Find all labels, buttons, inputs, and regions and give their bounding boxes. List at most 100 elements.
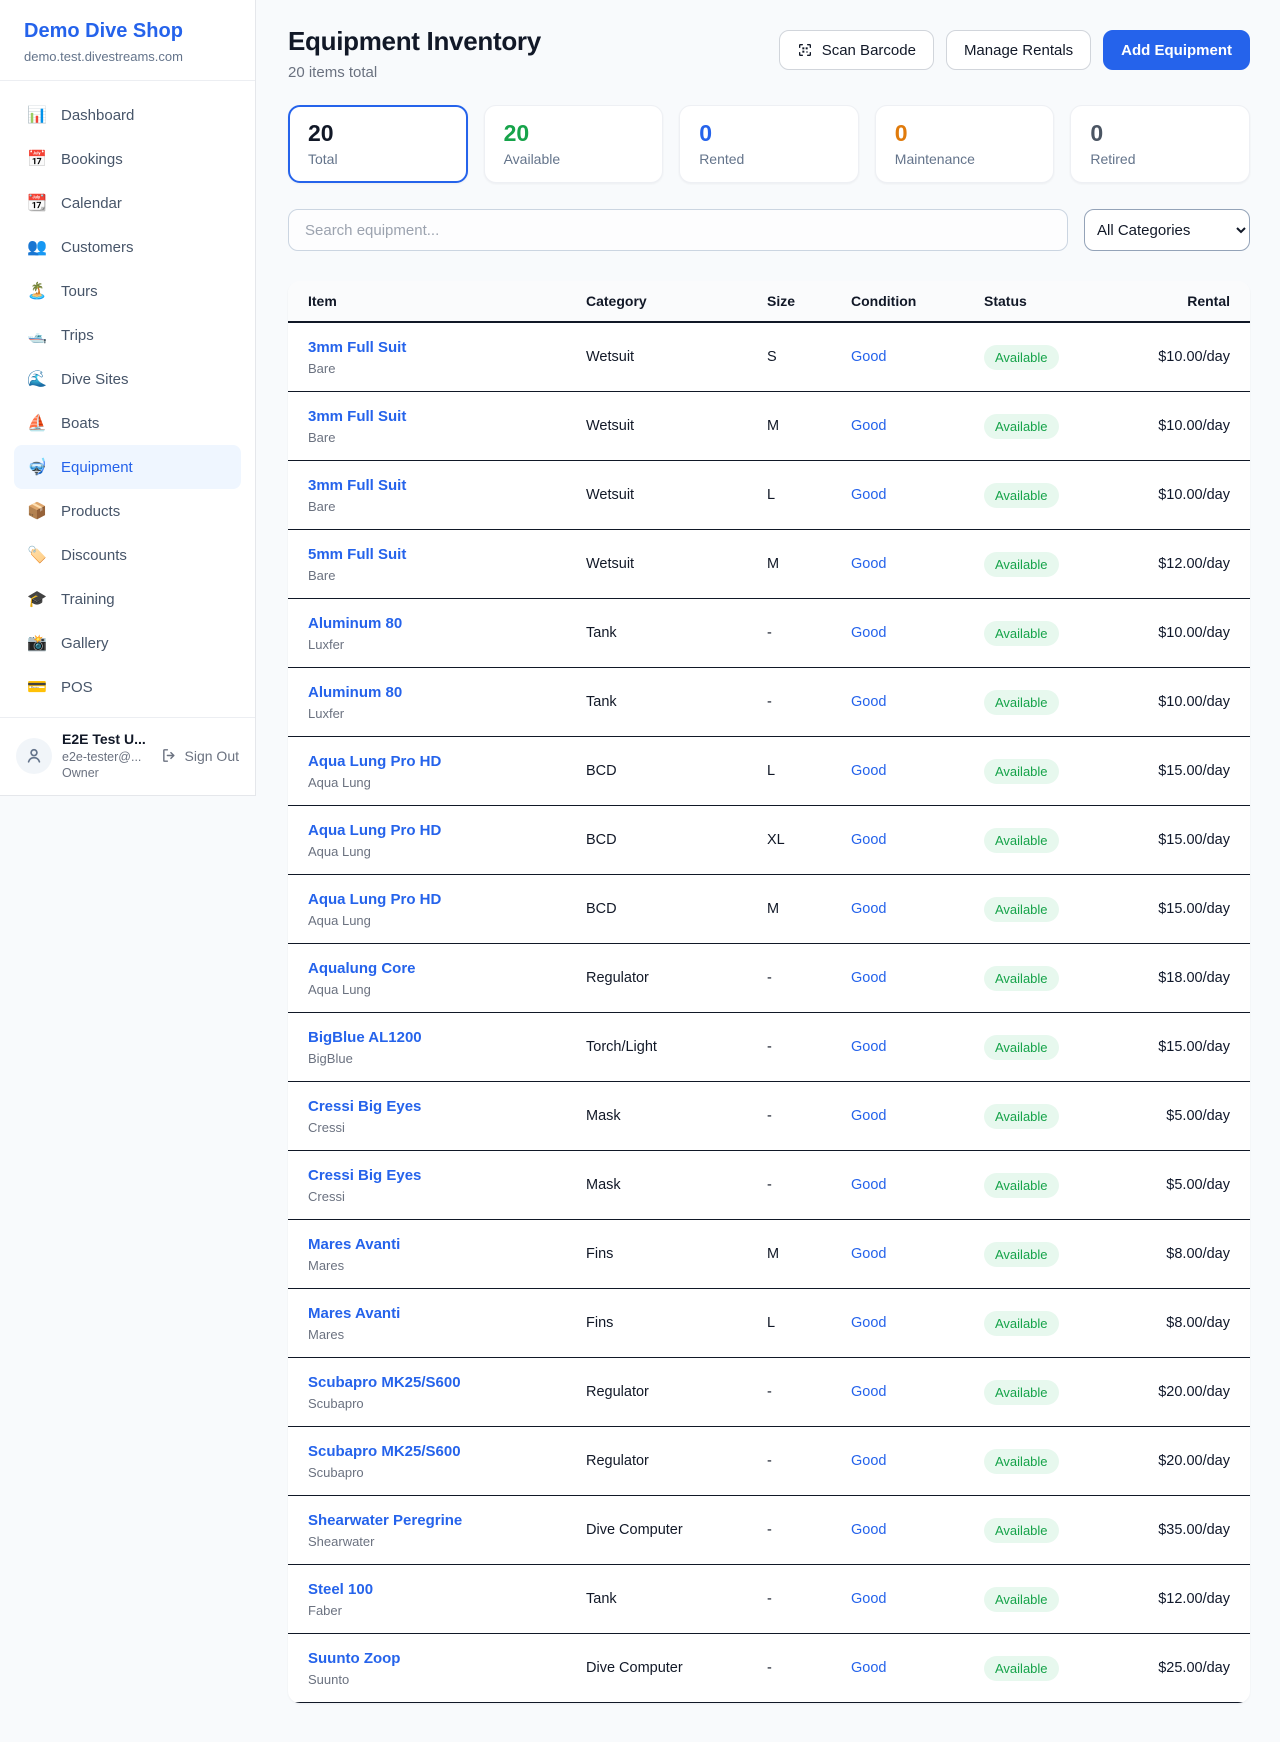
add-equipment-button[interactable]: Add Equipment xyxy=(1103,30,1250,70)
condition-link[interactable]: Good xyxy=(851,1522,886,1538)
category-select[interactable]: All Categories xyxy=(1084,209,1250,251)
equipment-table: Item Category Size Condition Status Rent… xyxy=(288,281,1250,1703)
size-cell: L xyxy=(767,1315,851,1331)
sidebar-item-gallery[interactable]: 📸 Gallery xyxy=(14,621,241,665)
item-name-link[interactable]: 5mm Full Suit xyxy=(308,546,406,563)
condition-link[interactable]: Good xyxy=(851,418,886,434)
rental-cell: $12.00/day xyxy=(1132,1591,1230,1607)
sidebar-item-dive-sites[interactable]: 🌊 Dive Sites xyxy=(14,357,241,401)
item-cell: Aqua Lung Pro HD Aqua Lung xyxy=(308,891,586,928)
item-name-link[interactable]: Aqua Lung Pro HD xyxy=(308,753,441,770)
stat-card-available[interactable]: 20 Available xyxy=(484,105,664,183)
item-name-link[interactable]: Shearwater Peregrine xyxy=(308,1512,462,1529)
item-brand: Bare xyxy=(308,568,586,583)
status-cell: Available xyxy=(984,1587,1132,1612)
item-name-link[interactable]: Cressi Big Eyes xyxy=(308,1167,421,1184)
condition-link[interactable]: Good xyxy=(851,1246,886,1262)
item-name-link[interactable]: Cressi Big Eyes xyxy=(308,1098,421,1115)
stat-card-total[interactable]: 20 Total xyxy=(288,105,468,183)
condition-link[interactable]: Good xyxy=(851,1660,886,1676)
sidebar-item-training[interactable]: 🎓 Training xyxy=(14,577,241,621)
item-name-link[interactable]: Suunto Zoop xyxy=(308,1650,400,1667)
sidebar-item-trips[interactable]: 🛥️ Trips xyxy=(14,313,241,357)
condition-link[interactable]: Good xyxy=(851,1591,886,1607)
condition-link[interactable]: Good xyxy=(851,1315,886,1331)
condition-link[interactable]: Good xyxy=(851,901,886,917)
item-name-link[interactable]: Steel 100 xyxy=(308,1581,373,1598)
stat-card-retired[interactable]: 0 Retired xyxy=(1070,105,1250,183)
nav-item-icon: 📆 xyxy=(26,193,48,213)
size-cell: - xyxy=(767,625,851,641)
manage-rentals-label: Manage Rentals xyxy=(964,42,1073,59)
table-row: Aqua Lung Pro HD Aqua Lung BCD M Good Av… xyxy=(288,875,1250,944)
item-name-link[interactable]: Scubapro MK25/S600 xyxy=(308,1374,461,1391)
condition-link[interactable]: Good xyxy=(851,487,886,503)
table-row: Aluminum 80 Luxfer Tank - Good Available… xyxy=(288,599,1250,668)
item-cell: Aqua Lung Pro HD Aqua Lung xyxy=(308,753,586,790)
condition-link[interactable]: Good xyxy=(851,1039,886,1055)
item-name-link[interactable]: Aluminum 80 xyxy=(308,615,402,632)
sidebar-item-bookings[interactable]: 📅 Bookings xyxy=(14,137,241,181)
rental-cell: $15.00/day xyxy=(1132,1039,1230,1055)
sidebar: Demo Dive Shop demo.test.divestreams.com… xyxy=(0,0,256,796)
scan-barcode-button[interactable]: Scan Barcode xyxy=(779,30,934,70)
condition-link[interactable]: Good xyxy=(851,1384,886,1400)
item-name-link[interactable]: Aqua Lung Pro HD xyxy=(308,822,441,839)
stat-card-maintenance[interactable]: 0 Maintenance xyxy=(875,105,1055,183)
item-name-link[interactable]: BigBlue AL1200 xyxy=(308,1029,422,1046)
sidebar-item-discounts[interactable]: 🏷️ Discounts xyxy=(14,533,241,577)
avatar xyxy=(16,738,52,774)
status-cell: Available xyxy=(984,1242,1132,1267)
stat-card-rented[interactable]: 0 Rented xyxy=(679,105,859,183)
table-row: BigBlue AL1200 BigBlue Torch/Light - Goo… xyxy=(288,1013,1250,1082)
table-row: Aqua Lung Pro HD Aqua Lung BCD L Good Av… xyxy=(288,737,1250,806)
item-name-link[interactable]: 3mm Full Suit xyxy=(308,408,406,425)
category-cell: Wetsuit xyxy=(586,487,767,503)
condition-link[interactable]: Good xyxy=(851,832,886,848)
sidebar-item-equipment[interactable]: 🤿 Equipment xyxy=(14,445,241,489)
sidebar-item-boats[interactable]: ⛵ Boats xyxy=(14,401,241,445)
condition-link[interactable]: Good xyxy=(851,625,886,641)
item-name-link[interactable]: Aluminum 80 xyxy=(308,684,402,701)
rental-cell: $12.00/day xyxy=(1132,556,1230,572)
item-name-link[interactable]: Mares Avanti xyxy=(308,1305,400,1322)
sign-out-button[interactable]: Sign Out xyxy=(161,747,239,764)
stat-value: 20 xyxy=(308,119,448,147)
condition-link[interactable]: Good xyxy=(851,556,886,572)
category-cell: Fins xyxy=(586,1315,767,1331)
item-name-link[interactable]: Mares Avanti xyxy=(308,1236,400,1253)
status-cell: Available xyxy=(984,759,1132,784)
stat-label: Retired xyxy=(1090,151,1230,167)
search-input[interactable] xyxy=(288,209,1068,251)
status-cell: Available xyxy=(984,897,1132,922)
condition-link[interactable]: Good xyxy=(851,970,886,986)
item-name-link[interactable]: 3mm Full Suit xyxy=(308,339,406,356)
item-name-link[interactable]: Aqua Lung Pro HD xyxy=(308,891,441,908)
condition-link[interactable]: Good xyxy=(851,349,886,365)
sidebar-item-customers[interactable]: 👥 Customers xyxy=(14,225,241,269)
item-name-link[interactable]: 3mm Full Suit xyxy=(308,477,406,494)
item-cell: 5mm Full Suit Bare xyxy=(308,546,586,583)
stat-value: 0 xyxy=(1090,119,1230,147)
condition-cell: Good xyxy=(851,348,984,366)
nav-item-icon: 📊 xyxy=(26,105,48,125)
item-name-link[interactable]: Scubapro MK25/S600 xyxy=(308,1443,461,1460)
condition-link[interactable]: Good xyxy=(851,763,886,779)
status-badge: Available xyxy=(984,1173,1059,1198)
item-cell: Scubapro MK25/S600 Scubapro xyxy=(308,1443,586,1480)
sidebar-item-dashboard[interactable]: 📊 Dashboard xyxy=(14,93,241,137)
item-cell: Shearwater Peregrine Shearwater xyxy=(308,1512,586,1549)
sidebar-item-tours[interactable]: 🏝️ Tours xyxy=(14,269,241,313)
item-name-link[interactable]: Aqualung Core xyxy=(308,960,416,977)
sidebar-item-calendar[interactable]: 📆 Calendar xyxy=(14,181,241,225)
sidebar-item-pos[interactable]: 💳 POS xyxy=(14,665,241,709)
item-brand: Bare xyxy=(308,430,586,445)
sidebar-item-products[interactable]: 📦 Products xyxy=(14,489,241,533)
condition-link[interactable]: Good xyxy=(851,1177,886,1193)
table-row: Cressi Big Eyes Cressi Mask - Good Avail… xyxy=(288,1151,1250,1220)
condition-link[interactable]: Good xyxy=(851,1453,886,1469)
condition-link[interactable]: Good xyxy=(851,694,886,710)
stat-value: 0 xyxy=(895,119,1035,147)
condition-link[interactable]: Good xyxy=(851,1108,886,1124)
manage-rentals-button[interactable]: Manage Rentals xyxy=(946,30,1091,70)
